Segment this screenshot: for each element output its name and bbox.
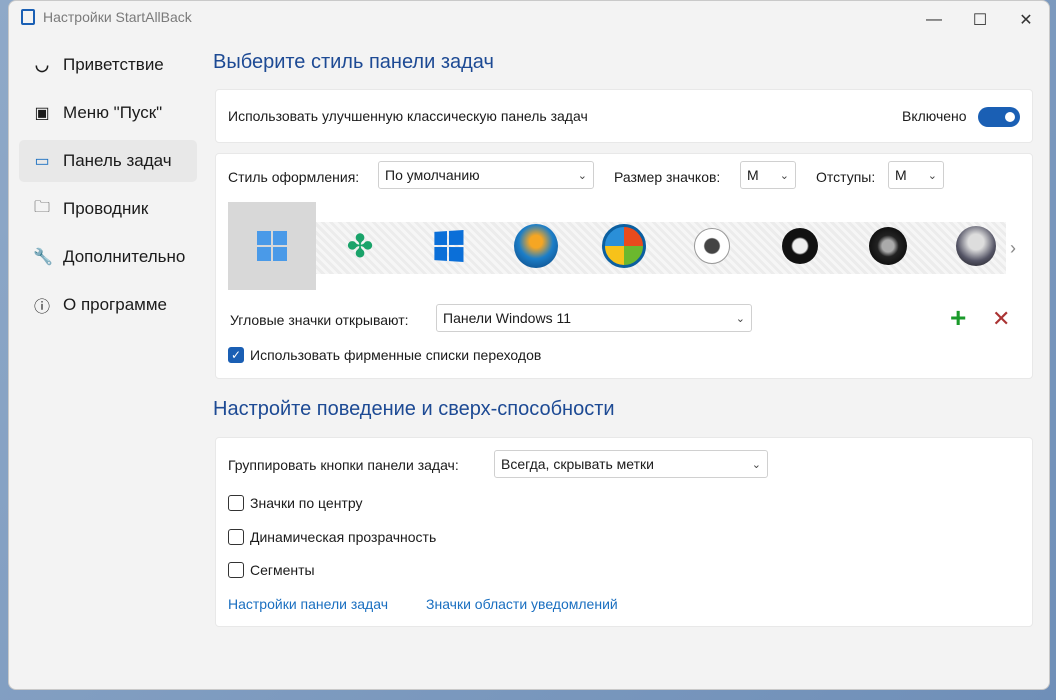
icon-size-dropdown[interactable]: M ⌄ [740,161,796,189]
remove-button[interactable]: ✕ [992,306,1010,332]
center-icons-checkbox[interactable]: Значки по центру [228,495,362,511]
checkbox-label: Динамическая прозрачность [250,529,437,545]
group-buttons-label: Группировать кнопки панели задач: [228,457,459,473]
windows11-logo-icon [257,231,287,261]
segments-checkbox[interactable]: Сегменты [228,562,315,578]
close-button[interactable]: ✕ [1003,1,1049,39]
glass-orb-icon [956,226,996,266]
style-value: По умолчанию [385,167,480,183]
classic-white-orb-icon [694,228,730,264]
style-option-win10[interactable] [404,202,492,290]
chevron-down-icon: ⌄ [927,169,937,182]
style-option-win11[interactable] [228,202,316,290]
sidebar-item-label: Приветствие [63,55,164,74]
windows10-logo-icon [434,229,464,263]
window-title: Настройки StartAllBack [43,9,192,25]
taskbar-icon: ▭ [34,153,50,170]
monitor-icon: ▣ [34,105,50,122]
group-buttons-dropdown[interactable]: Всегда, скрывать метки ⌄ [494,450,768,478]
vista-orb-icon [602,224,646,268]
dynamic-transparency-checkbox[interactable]: Динамическая прозрачность [228,529,436,545]
sidebar-item-label: О программе [63,295,168,314]
title-bar: Настройки StartAllBack [21,9,192,25]
enhanced-taskbar-card: Использовать улучшенную классическую пан… [215,89,1033,143]
style-option-classic-black[interactable] [756,202,844,290]
checkbox-unchecked-icon [228,562,244,578]
section-title-behavior: Настройте поведение и сверх-способности [213,398,615,420]
padding-value: M [895,167,907,183]
jumplists-checkbox[interactable]: ✓ Использовать фирменные списки переходов [228,347,541,363]
icon-size-label: Размер значков: [614,169,721,185]
checkbox-label: Значки по центру [250,495,363,511]
notification-icons-link[interactable]: Значки области уведомлений [426,596,618,612]
checkbox-checked-icon: ✓ [228,347,244,363]
section-title-style: Выберите стиль панели задач [213,51,494,73]
style-dropdown[interactable]: По умолчанию ⌄ [378,161,594,189]
corner-icons-label: Угловые значки открывают: [230,312,409,328]
corner-icons-dropdown[interactable]: Панели Windows 11 ⌄ [436,304,752,332]
checkbox-unchecked-icon [228,495,244,511]
info-icon: ⓘ [33,299,50,316]
style-option-win7[interactable] [492,202,580,290]
style-label: Стиль оформления: [228,169,360,185]
sidebar-item-label: Меню "Пуск" [63,103,163,122]
sidebar-item-advanced[interactable]: 🔧 Дополнительно [19,236,197,278]
minimize-button[interactable]: — [911,1,957,39]
settings-window: Настройки StartAllBack — ☐ ✕ ◡ Приветстви… [8,0,1050,690]
sidebar-item-taskbar[interactable]: ▭ Панель задач [19,140,197,182]
padding-label: Отступы: [816,169,876,185]
padding-dropdown[interactable]: M ⌄ [888,161,944,189]
style-option-dark[interactable] [844,202,932,290]
add-button[interactable]: + [950,302,966,334]
checkbox-unchecked-icon [228,529,244,545]
enhanced-taskbar-toggle[interactable] [978,107,1020,127]
chevron-down-icon: ⌄ [735,312,745,325]
wrench-icon: 🔧 [33,249,53,266]
behavior-card: Группировать кнопки панели задач: Всегда… [215,437,1033,627]
sidebar-item-label: Проводник [63,199,149,218]
enhanced-taskbar-label: Использовать улучшенную классическую пан… [228,108,588,124]
corner-icons-value: Панели Windows 11 [443,310,571,326]
sidebar-item-about[interactable]: ⓘ О программе [19,284,197,326]
style-option-glass[interactable] [932,202,1020,290]
jumplists-label: Использовать фирменные списки переходов [250,347,542,363]
chevron-down-icon: ⌄ [779,169,789,182]
chevron-down-icon: ⌄ [577,169,587,182]
scroll-right-arrow[interactable]: › [1010,238,1016,259]
windows7-orb-icon [514,224,558,268]
style-option-classic-white[interactable] [668,202,756,290]
app-icon [21,9,35,25]
icon-size-value: M [747,167,759,183]
sidebar-item-label: Панель задач [63,151,172,170]
folder-icon: 🗀 [33,198,50,216]
classic-black-orb-icon [782,228,818,264]
toggle-state-label: Включено [902,108,967,124]
style-option-clover[interactable]: ✤ [316,202,404,290]
taskbar-settings-link[interactable]: Настройки панели задач [228,596,388,612]
style-card: Стиль оформления: По умолчанию ⌄ Размер з… [215,153,1033,379]
clover-icon: ✤ [346,228,374,264]
checkbox-label: Сегменты [250,562,315,578]
maximize-button[interactable]: ☐ [957,1,1003,39]
style-option-vista[interactable] [580,202,668,290]
sidebar-item-welcome[interactable]: ◡ Приветствие [19,44,197,86]
sidebar-item-start-menu[interactable]: ▣ Меню "Пуск" [19,92,197,134]
sidebar-item-label: Дополнительно [63,247,186,266]
chevron-down-icon: ⌄ [751,458,761,471]
smile-icon: ◡ [35,57,49,74]
group-buttons-value: Всегда, скрывать метки [501,456,654,472]
sidebar-item-explorer[interactable]: 🗀 Проводник [19,188,197,230]
dark-orb-icon [869,227,907,265]
